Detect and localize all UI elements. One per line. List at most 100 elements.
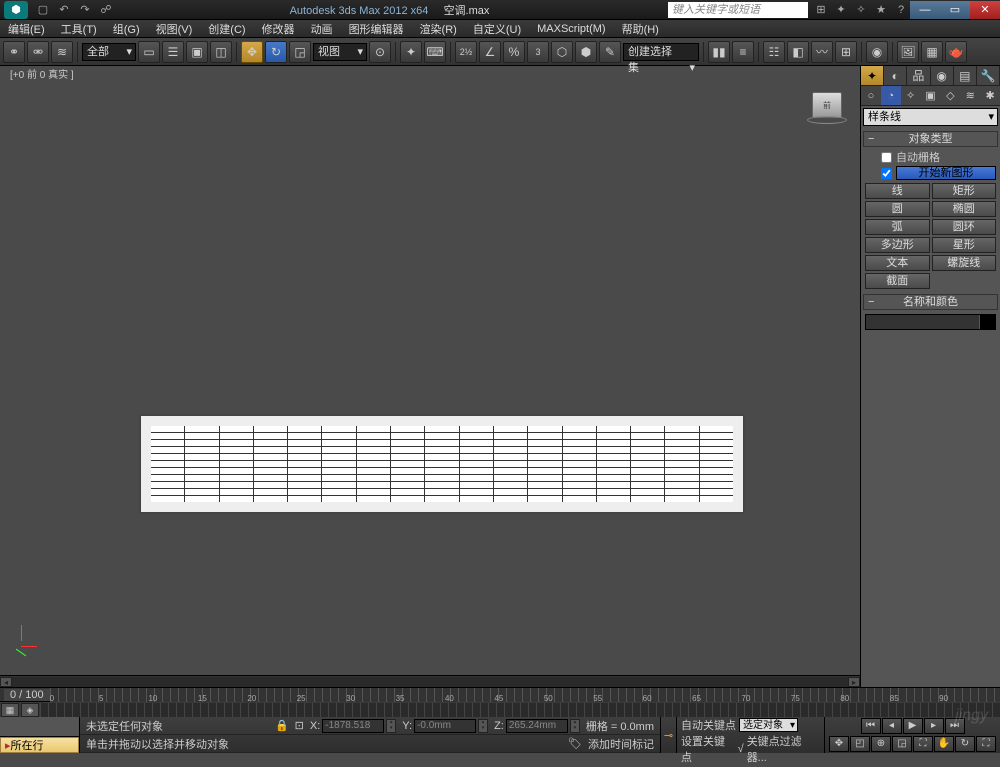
unlink-icon[interactable]: ⚮ [27, 41, 49, 63]
move-icon[interactable]: ✥ [241, 41, 263, 63]
render-frame-icon[interactable]: ▦ [921, 41, 943, 63]
graphite-icon[interactable]: ◧ [787, 41, 809, 63]
tab-util-icon[interactable]: 🔧 [977, 66, 1000, 85]
sub-cam-icon[interactable]: ▣ [921, 86, 941, 105]
menu-group[interactable]: 组(G) [105, 21, 148, 37]
edit-sel-icon[interactable]: ✎ [599, 41, 621, 63]
x-input[interactable] [322, 719, 384, 733]
qat-redo-icon[interactable]: ↷ [76, 2, 94, 18]
sub-sys-icon[interactable]: ✱ [980, 86, 1000, 105]
signin-icon[interactable]: ✧ [852, 2, 870, 18]
render-icon[interactable]: 🫖 [945, 41, 967, 63]
star-icon[interactable]: ★ [872, 2, 890, 18]
snap-angle-icon[interactable]: ∠ [479, 41, 501, 63]
select-rect-icon[interactable]: ▣ [186, 41, 208, 63]
menu-tools[interactable]: 工具(T) [53, 21, 105, 37]
tab-motion-icon[interactable]: ◉ [931, 66, 954, 85]
pivot-icon[interactable]: ⊙ [369, 41, 391, 63]
prev-frame-icon[interactable]: ◂ [882, 718, 902, 734]
start-new-shape-button[interactable]: 开始新图形 [896, 166, 996, 180]
qat-undo-icon[interactable]: ↶ [55, 2, 73, 18]
bind-icon[interactable]: ≋ [51, 41, 73, 63]
keymode-icon[interactable]: ⌨ [424, 41, 446, 63]
material-icon[interactable]: ◉ [866, 41, 888, 63]
menu-view[interactable]: 视图(V) [148, 21, 201, 37]
selection-filter-dropdown[interactable]: 全部 [82, 43, 136, 61]
startnew-checkbox[interactable] [881, 168, 892, 179]
time-tag-icon[interactable]: 🏷 [568, 737, 582, 750]
nav-1-icon[interactable]: ✥ [829, 736, 849, 752]
qat-link-icon[interactable]: ☍ [97, 2, 115, 18]
viewport[interactable]: 前 [1, 80, 859, 675]
menu-modifiers[interactable]: 修改器 [254, 21, 303, 37]
tab-modify-icon[interactable]: ◐ [884, 66, 907, 85]
mini-curve-editor[interactable] [0, 717, 79, 737]
named-selection-dropdown[interactable]: 创建选择集 [623, 43, 699, 61]
next-frame-icon[interactable]: ▸ [924, 718, 944, 734]
lock-icon[interactable]: 🔒 [275, 719, 289, 732]
add-time-tag[interactable]: 添加时间标记 [588, 736, 654, 752]
nav-7-icon[interactable]: ↻ [955, 736, 975, 752]
keyfilter-icon[interactable]: √ [738, 743, 744, 755]
tab-hierarchy-icon[interactable]: 品 [907, 66, 930, 85]
autogrid-checkbox[interactable] [881, 152, 892, 163]
menu-help[interactable]: 帮助(H) [614, 21, 667, 37]
btn-ngon[interactable]: 多边形 [865, 237, 930, 253]
time-slider[interactable]: 0 / 100 05101520253035404550556065707580… [0, 687, 1000, 701]
rollout-object-type[interactable]: 对象类型 [863, 131, 998, 147]
autokey-button[interactable]: 自动关键点 [681, 717, 736, 733]
snap-1-icon[interactable]: ⬡ [551, 41, 573, 63]
coord-toggle-icon[interactable]: ⊡ [295, 719, 304, 732]
fav-icon[interactable]: ✦ [832, 2, 850, 18]
color-swatch[interactable] [979, 315, 995, 329]
comm-center-icon[interactable]: ⊞ [812, 2, 830, 18]
trackbar-key-icon[interactable]: ◈ [21, 703, 39, 717]
btn-star[interactable]: 星形 [932, 237, 997, 253]
rollout-name-color[interactable]: 名称和颜色 [863, 294, 998, 310]
y-input[interactable] [414, 719, 476, 733]
snap2d-icon[interactable]: 2½ [455, 41, 477, 63]
window-cross-icon[interactable]: ◫ [210, 41, 232, 63]
sub-shapes-icon[interactable]: ◔ [881, 86, 901, 105]
link-icon[interactable]: ⚭ [3, 41, 25, 63]
btn-ellipse[interactable]: 椭圆 [932, 201, 997, 217]
btn-text[interactable]: 文本 [865, 255, 930, 271]
minimize-button[interactable]: — [910, 1, 940, 19]
goto-start-icon[interactable]: ⏮ [861, 718, 881, 734]
nav-8-icon[interactable]: ⛶ [976, 736, 996, 752]
sub-lights-icon[interactable]: ✧ [901, 86, 921, 105]
snap-pct-icon[interactable]: % [503, 41, 525, 63]
ac-unit-object[interactable] [141, 416, 743, 512]
btn-arc[interactable]: 弧 [865, 219, 930, 235]
rotate-icon[interactable]: ↻ [265, 41, 287, 63]
mirror-icon[interactable]: ▮▮ [708, 41, 730, 63]
nav-3-icon[interactable]: ⊕ [871, 736, 891, 752]
btn-rect[interactable]: 矩形 [932, 183, 997, 199]
nav-2-icon[interactable]: ◰ [850, 736, 870, 752]
snap-2-icon[interactable]: ⬢ [575, 41, 597, 63]
maximize-button[interactable]: ▭ [940, 1, 970, 19]
nav-5-icon[interactable]: ⛶ [913, 736, 933, 752]
close-button[interactable]: ✕ [970, 1, 1000, 19]
viewport-label[interactable]: [+0 前 0 真实 ] [0, 66, 860, 80]
menu-edit[interactable]: 编辑(E) [0, 21, 53, 37]
menu-maxscript[interactable]: MAXScript(M) [529, 23, 613, 35]
app-icon[interactable]: ⬢ [4, 1, 28, 19]
menu-custom[interactable]: 自定义(U) [465, 21, 529, 37]
layers-icon[interactable]: ☷ [763, 41, 785, 63]
render-setup-icon[interactable]: 🖼 [897, 41, 919, 63]
sub-helper-icon[interactable]: ◇ [940, 86, 960, 105]
sub-geom-icon[interactable]: ○ [861, 86, 881, 105]
setkey-button[interactable]: 设置关键点 [681, 733, 735, 765]
btn-helix[interactable]: 螺旋线 [932, 255, 997, 271]
btn-donut[interactable]: 圆环 [932, 219, 997, 235]
viewcube[interactable]: 前 [807, 92, 847, 132]
category-dropdown[interactable]: 样条线 [863, 108, 998, 126]
ref-coord-dropdown[interactable]: 视图 [313, 43, 367, 61]
manip-icon[interactable]: ✦ [400, 41, 422, 63]
menu-anim[interactable]: 动画 [303, 21, 341, 37]
search-input[interactable]: 键入关键字或短语 [668, 2, 808, 18]
nav-6-icon[interactable]: ✋ [934, 736, 954, 752]
goto-end-icon[interactable]: ⏭ [945, 718, 965, 734]
curve-icon[interactable]: 〰 [811, 41, 833, 63]
